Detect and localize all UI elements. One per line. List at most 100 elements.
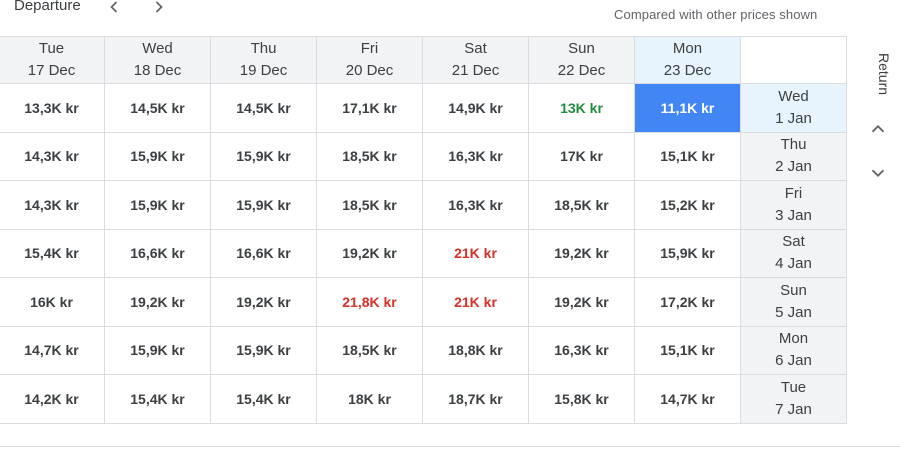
price-cell[interactable]: 18,5K kr <box>529 181 635 230</box>
return-day: Mon <box>778 330 809 348</box>
price-cell[interactable]: 14,9K kr <box>423 84 529 133</box>
price-cell[interactable]: 18,5K kr <box>317 181 423 230</box>
departure-date-header[interactable]: Sat 21 Dec <box>423 37 529 84</box>
price-cell[interactable]: 14,7K kr <box>0 326 105 375</box>
return-date: 6 Jan <box>775 352 812 370</box>
price-cell[interactable]: 15,9K kr <box>105 181 211 230</box>
return-date-header[interactable]: Wed 1 Jan <box>741 84 847 133</box>
chevron-up-icon <box>871 124 885 133</box>
price-cell[interactable]: 15,9K kr <box>211 181 317 230</box>
header-date: 22 Dec <box>557 62 606 79</box>
price-cell[interactable]: 15,9K kr <box>105 326 211 375</box>
price-cell[interactable]: 15,1K kr <box>635 132 741 181</box>
next-dates-button[interactable] <box>149 0 169 17</box>
departure-date-header[interactable]: Thu 19 Dec <box>211 37 317 84</box>
departure-date-header[interactable]: Sun 22 Dec <box>529 37 635 84</box>
price-cell[interactable]: 15,4K kr <box>211 375 317 424</box>
price-cell[interactable]: 14,5K kr <box>105 84 211 133</box>
price-cell[interactable]: 16,3K kr <box>423 132 529 181</box>
header-date: 17 Dec <box>27 62 76 79</box>
price-cell[interactable]: 18,7K kr <box>423 375 529 424</box>
price-cell[interactable]: 21K kr <box>423 278 529 327</box>
header-date: 19 Dec <box>239 62 288 79</box>
return-day: Thu <box>780 136 807 154</box>
header-day: Sat <box>464 40 487 57</box>
price-cell[interactable]: 15,9K kr <box>105 132 211 181</box>
price-cell[interactable]: 18,8K kr <box>423 326 529 375</box>
next-returns-button[interactable] <box>867 162 889 184</box>
price-cell[interactable]: 21K kr <box>423 229 529 278</box>
departure-date-header[interactable]: Wed 18 Dec <box>105 37 211 84</box>
topbar: Departure Compared with other prices sho… <box>0 0 900 36</box>
return-date: 4 Jan <box>775 255 812 273</box>
price-cell[interactable]: 14,3K kr <box>0 132 105 181</box>
return-date-header[interactable]: Thu 2 Jan <box>741 132 847 181</box>
price-cell[interactable]: 18,5K kr <box>317 132 423 181</box>
return-date: 5 Jan <box>775 303 812 321</box>
price-cell[interactable]: 18K kr <box>317 375 423 424</box>
chevron-down-icon <box>871 169 885 178</box>
price-cell[interactable]: 19,2K kr <box>211 278 317 327</box>
price-cell[interactable]: 15,8K kr <box>529 375 635 424</box>
price-cell[interactable]: 19,2K kr <box>529 278 635 327</box>
price-cell[interactable]: 15,2K kr <box>635 181 741 230</box>
price-cell[interactable]: 16,6K kr <box>211 229 317 278</box>
departure-date-header[interactable]: Mon 23 Dec <box>635 37 741 84</box>
price-grid: Tue 17 Dec Wed 18 Dec Thu 19 Dec Fri 20 Dec Sat 2… <box>0 36 847 424</box>
price-cell[interactable]: 11,1K kr <box>635 84 741 133</box>
return-date: 7 Jan <box>775 400 812 418</box>
chevron-left-icon <box>110 1 118 13</box>
price-cell[interactable]: 15,4K kr <box>0 229 105 278</box>
price-cell[interactable]: 18,5K kr <box>317 326 423 375</box>
price-cell[interactable]: 17K kr <box>529 132 635 181</box>
return-date-header[interactable]: Sat 4 Jan <box>741 229 847 278</box>
price-cell[interactable]: 14,7K kr <box>635 375 741 424</box>
price-cell[interactable]: 15,9K kr <box>635 229 741 278</box>
price-cell[interactable]: 15,4K kr <box>105 375 211 424</box>
header-day: Wed <box>142 40 173 57</box>
header-date: 23 Dec <box>663 62 712 79</box>
departure-date-header[interactable]: Fri 20 Dec <box>317 37 423 84</box>
price-cell[interactable]: 19,2K kr <box>529 229 635 278</box>
header-day: Mon <box>672 40 703 57</box>
price-cell[interactable]: 15,1K kr <box>635 326 741 375</box>
departure-date-header[interactable]: Tue 17 Dec <box>0 37 105 84</box>
return-date-header[interactable]: Fri 3 Jan <box>741 181 847 230</box>
header-day: Sun <box>568 40 595 57</box>
departure-label: Departure <box>14 0 81 14</box>
return-date-header[interactable]: Mon 6 Jan <box>741 326 847 375</box>
price-cell[interactable]: 15,9K kr <box>211 132 317 181</box>
price-cell[interactable]: 16,3K kr <box>423 181 529 230</box>
return-date: 1 Jan <box>775 109 812 127</box>
return-date: 2 Jan <box>775 158 812 176</box>
price-cell[interactable]: 19,2K kr <box>317 229 423 278</box>
grid-corner <box>741 37 847 84</box>
previous-dates-button[interactable] <box>104 0 124 17</box>
header-day: Fri <box>360 40 379 57</box>
header-day: Thu <box>250 40 277 57</box>
price-cell[interactable]: 13,3K kr <box>0 84 105 133</box>
bottom-divider <box>0 446 900 447</box>
chevron-right-icon <box>155 1 163 13</box>
return-day: Sat <box>782 233 805 251</box>
price-cell[interactable]: 21,8K kr <box>317 278 423 327</box>
header-date: 18 Dec <box>133 62 182 79</box>
price-cell[interactable]: 17,1K kr <box>317 84 423 133</box>
return-date-header[interactable]: Sun 5 Jan <box>741 278 847 327</box>
return-day: Wed <box>778 87 809 105</box>
price-cell[interactable]: 13K kr <box>529 84 635 133</box>
previous-returns-button[interactable] <box>867 118 889 140</box>
price-cell[interactable]: 16K kr <box>0 278 105 327</box>
price-cell[interactable]: 17,2K kr <box>635 278 741 327</box>
header-day: Tue <box>38 40 65 57</box>
price-cell[interactable]: 19,2K kr <box>105 278 211 327</box>
header-date: 21 Dec <box>451 62 500 79</box>
price-cell[interactable]: 16,6K kr <box>105 229 211 278</box>
price-cell[interactable]: 16,3K kr <box>529 326 635 375</box>
price-cell[interactable]: 14,5K kr <box>211 84 317 133</box>
return-day: Sun <box>780 281 807 299</box>
return-date-header[interactable]: Tue 7 Jan <box>741 375 847 424</box>
price-cell[interactable]: 15,9K kr <box>211 326 317 375</box>
price-cell[interactable]: 14,2K kr <box>0 375 105 424</box>
price-cell[interactable]: 14,3K kr <box>0 181 105 230</box>
